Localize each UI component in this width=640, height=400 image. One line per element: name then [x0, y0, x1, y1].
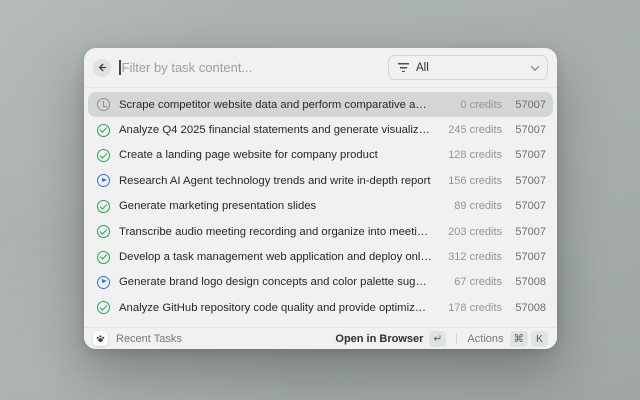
filter-dropdown-value: All	[416, 62, 429, 74]
task-title: Scrape competitor website data and perfo…	[119, 99, 432, 111]
task-row[interactable]: Analyze Q4 2025 financial statements and…	[88, 117, 553, 142]
task-id: 57008	[502, 276, 546, 288]
filter-lines-icon	[398, 63, 409, 72]
actions-button[interactable]: Actions	[467, 333, 503, 345]
task-credits: 128 credits	[432, 149, 502, 161]
task-credits: 245 credits	[432, 124, 502, 136]
task-id: 57008	[502, 302, 546, 314]
task-credits: 67 credits	[432, 276, 502, 288]
task-row[interactable]: Research AI Agent technology trends and …	[88, 168, 553, 193]
task-id: 57007	[502, 200, 546, 212]
play-circle-icon	[97, 174, 110, 187]
task-list: Scrape competitor website data and perfo…	[84, 88, 557, 327]
task-id: 57007	[502, 251, 546, 263]
arrow-left-icon	[97, 62, 108, 73]
check-circle-icon	[97, 149, 110, 162]
desktop-wallpaper: All Scrape competitor website data and p…	[0, 0, 640, 400]
task-credits: 178 credits	[432, 302, 502, 314]
app-icon	[93, 331, 108, 346]
k-key-badge: K	[531, 331, 548, 347]
task-title: Research AI Agent technology trends and …	[119, 175, 432, 187]
task-credits: 156 credits	[432, 175, 502, 187]
return-key-badge: ↵	[429, 331, 446, 347]
task-row[interactable]: Generate marketing presentation slides 8…	[88, 194, 553, 219]
command-palette-window: All Scrape competitor website data and p…	[84, 48, 557, 349]
task-credits: 89 credits	[432, 200, 502, 212]
paw-icon	[96, 334, 105, 343]
task-row[interactable]: Generate brand logo design concepts and …	[88, 270, 553, 295]
back-button[interactable]	[93, 59, 111, 77]
task-row[interactable]: Transcribe audio meeting recording and o…	[88, 219, 553, 244]
task-title: Generate brand logo design concepts and …	[119, 276, 432, 288]
check-circle-icon	[97, 225, 110, 238]
clock-icon	[97, 98, 110, 111]
task-credits: 203 credits	[432, 226, 502, 238]
search-input[interactable]	[122, 60, 389, 75]
task-id: 57007	[502, 124, 546, 136]
task-id: 57007	[502, 149, 546, 161]
cmd-key-badge: ⌘	[510, 331, 529, 347]
task-credits: 312 credits	[432, 251, 502, 263]
task-title: Analyze Q4 2025 financial statements and…	[119, 124, 432, 136]
task-title: Generate marketing presentation slides	[119, 200, 432, 212]
check-circle-icon	[97, 251, 110, 264]
chevron-down-icon	[531, 62, 539, 70]
task-title: Create a landing page website for compan…	[119, 149, 432, 161]
task-row[interactable]: Develop a task management web applicatio…	[88, 244, 553, 269]
task-title: Transcribe audio meeting recording and o…	[119, 226, 432, 238]
play-circle-icon	[97, 276, 110, 289]
open-in-browser-button[interactable]: Open in Browser	[335, 333, 423, 345]
task-row[interactable]: Create a landing page website for compan…	[88, 143, 553, 168]
task-title: Analyze GitHub repository code quality a…	[119, 302, 432, 314]
footer-divider	[456, 333, 457, 344]
filter-dropdown[interactable]: All	[388, 55, 548, 80]
footer-bar: Recent Tasks Open in Browser ↵ Actions ⌘…	[84, 327, 557, 349]
footer-app-label: Recent Tasks	[116, 333, 182, 345]
task-row[interactable]: Scrape competitor website data and perfo…	[88, 92, 553, 117]
task-credits: 0 credits	[432, 99, 502, 111]
task-id: 57007	[502, 226, 546, 238]
task-id: 57007	[502, 99, 546, 111]
task-id: 57007	[502, 175, 546, 187]
check-circle-icon	[97, 200, 110, 213]
text-caret	[119, 60, 121, 75]
check-circle-icon	[97, 124, 110, 137]
task-row[interactable]: Analyze GitHub repository code quality a…	[88, 295, 553, 320]
search-header: All	[84, 48, 557, 88]
task-title: Develop a task management web applicatio…	[119, 251, 432, 263]
check-circle-icon	[97, 301, 110, 314]
